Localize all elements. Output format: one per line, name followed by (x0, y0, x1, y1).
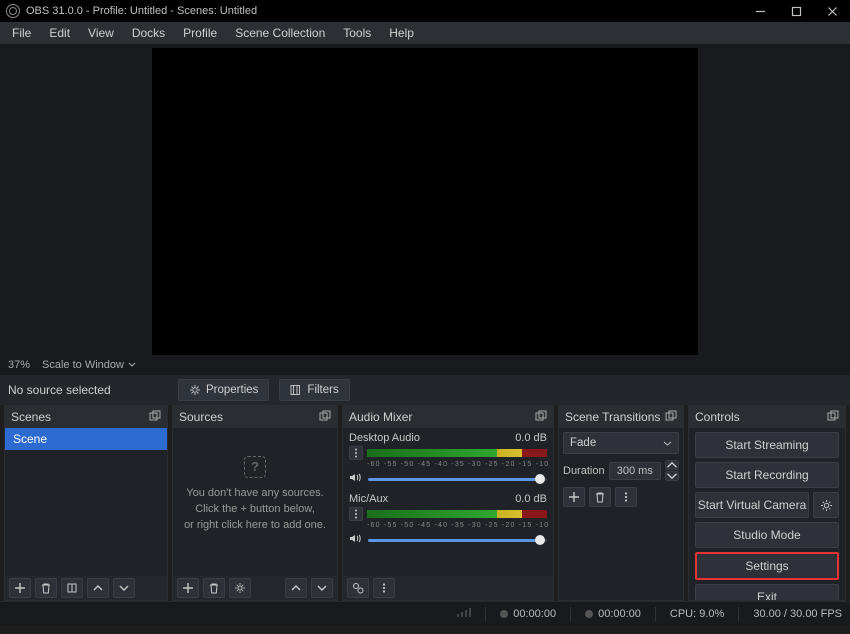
scene-up-button[interactable] (87, 578, 109, 598)
maximize-button[interactable] (778, 0, 814, 22)
mixer-title: Audio Mixer (349, 410, 412, 424)
transition-select[interactable]: Fade (563, 432, 679, 454)
filters-icon (290, 384, 302, 396)
sources-title: Sources (179, 410, 223, 424)
transition-add-button[interactable] (563, 487, 585, 507)
gear-icon (189, 384, 201, 396)
settings-button[interactable]: Settings (695, 552, 839, 580)
exit-button[interactable]: Exit (695, 584, 839, 600)
menu-help[interactable]: Help (381, 24, 422, 42)
scene-remove-button[interactable] (35, 578, 57, 598)
source-remove-button[interactable] (203, 578, 225, 598)
channel-meter (367, 449, 547, 457)
scenes-dock: Scenes Scene (4, 405, 168, 601)
studio-mode-button[interactable]: Studio Mode (695, 522, 839, 548)
zoom-mode-dropdown[interactable]: Scale to Window (36, 359, 142, 371)
controls-title: Controls (695, 410, 740, 424)
menu-scene-collection[interactable]: Scene Collection (227, 24, 333, 42)
minimize-button[interactable] (742, 0, 778, 22)
filters-button[interactable]: Filters (279, 379, 349, 401)
sources-empty-l1: You don't have any sources. (184, 486, 326, 502)
sources-empty-l2: Click the + button below, (184, 502, 326, 518)
sources-popout-button[interactable] (319, 410, 331, 425)
properties-button[interactable]: Properties (178, 379, 269, 401)
controls-dock: Controls Start Streaming Start Recording… (688, 405, 846, 601)
source-down-button[interactable] (311, 578, 333, 598)
source-toolbar: No source selected Properties Filters (0, 375, 850, 405)
status-live: 00:00:00 (500, 608, 556, 620)
scenes-title: Scenes (11, 410, 51, 424)
audio-mixer-dock: Audio Mixer Desktop Audio 0.0 dB -60 -55… (342, 405, 554, 601)
menu-profile[interactable]: Profile (175, 24, 225, 42)
chevron-down-icon (663, 439, 672, 448)
menubar: File Edit View Docks Profile Scene Colle… (0, 22, 850, 44)
mixer-channel: Mic/Aux 0.0 dB -60 -55 -50 -45 -40 -35 -… (343, 489, 553, 550)
mixer-popout-button[interactable] (535, 410, 547, 425)
mixer-advanced-button[interactable] (347, 578, 369, 598)
status-rec: 00:00:00 (585, 608, 641, 620)
source-add-button[interactable] (177, 578, 199, 598)
mixer-channel: Desktop Audio 0.0 dB -60 -55 -50 -45 -40… (343, 428, 553, 489)
zoom-percent: 37% (8, 359, 30, 371)
speaker-icon[interactable] (349, 471, 362, 487)
no-source-label: No source selected (8, 383, 168, 397)
preview-canvas[interactable] (152, 48, 698, 355)
menu-edit[interactable]: Edit (41, 24, 78, 42)
transitions-popout-button[interactable] (665, 410, 677, 425)
question-box-icon: ? (244, 456, 266, 478)
meter-ticks: -60 -55 -50 -45 -40 -35 -30 -25 -20 -15 … (367, 461, 547, 468)
scene-item[interactable]: Scene (5, 428, 167, 450)
controls-popout-button[interactable] (827, 410, 839, 425)
channel-menu-button[interactable] (349, 446, 363, 460)
menu-file[interactable]: File (4, 24, 39, 42)
menu-tools[interactable]: Tools (335, 24, 379, 42)
volume-slider[interactable] (368, 478, 547, 481)
menu-docks[interactable]: Docks (124, 24, 173, 42)
volume-slider[interactable] (368, 539, 547, 542)
speaker-icon[interactable] (349, 532, 362, 548)
start-virtual-camera-button[interactable]: Start Virtual Camera (695, 492, 809, 518)
sources-list[interactable]: ? You don't have any sources. Click the … (173, 428, 337, 576)
window-title: OBS 31.0.0 - Profile: Untitled - Scenes:… (26, 5, 257, 17)
channel-meter (367, 510, 547, 518)
source-properties-button[interactable] (229, 578, 251, 598)
scene-filter-button[interactable] (61, 578, 83, 598)
chevron-down-icon (128, 361, 136, 369)
sources-empty-l3: or right click here to add one. (184, 518, 326, 534)
channel-db: 0.0 dB (515, 493, 547, 505)
start-streaming-button[interactable]: Start Streaming (695, 432, 839, 458)
channel-name: Mic/Aux (349, 493, 388, 505)
channel-menu-button[interactable] (349, 507, 363, 521)
titlebar: OBS 31.0.0 - Profile: Untitled - Scenes:… (0, 0, 850, 22)
transitions-dock: Scene Transitions Fade Duration 300 ms (558, 405, 684, 601)
duration-step-up[interactable] (665, 460, 679, 470)
channel-name: Desktop Audio (349, 432, 420, 444)
menu-view[interactable]: View (80, 24, 122, 42)
sources-dock: Sources ? You don't have any sources. Cl… (172, 405, 338, 601)
meter-ticks: -60 -55 -50 -45 -40 -35 -30 -25 -20 -15 … (367, 522, 547, 529)
scene-down-button[interactable] (113, 578, 135, 598)
transition-properties-button[interactable] (615, 487, 637, 507)
duration-input[interactable]: 300 ms (609, 462, 661, 480)
transition-remove-button[interactable] (589, 487, 611, 507)
mixer-menu-button[interactable] (373, 578, 395, 598)
duration-label: Duration (563, 465, 605, 477)
channel-db: 0.0 dB (515, 432, 547, 444)
obs-logo-icon (6, 4, 20, 18)
status-fps: 30.00 / 30.00 FPS (753, 608, 842, 620)
start-recording-button[interactable]: Start Recording (695, 462, 839, 488)
status-bar: 00:00:00 00:00:00 CPU: 9.0% 30.00 / 30.0… (0, 601, 850, 625)
close-button[interactable] (814, 0, 850, 22)
status-cpu: CPU: 9.0% (670, 608, 724, 620)
duration-step-down[interactable] (665, 471, 679, 481)
virtual-camera-settings-button[interactable] (813, 492, 839, 518)
transitions-title: Scene Transitions (565, 410, 660, 424)
scenes-popout-button[interactable] (149, 410, 161, 425)
zoom-mode-label: Scale to Window (42, 359, 124, 371)
source-up-button[interactable] (285, 578, 307, 598)
network-bars-icon (457, 607, 471, 620)
scene-add-button[interactable] (9, 578, 31, 598)
live-dot-icon (500, 610, 508, 618)
rec-dot-icon (585, 610, 593, 618)
